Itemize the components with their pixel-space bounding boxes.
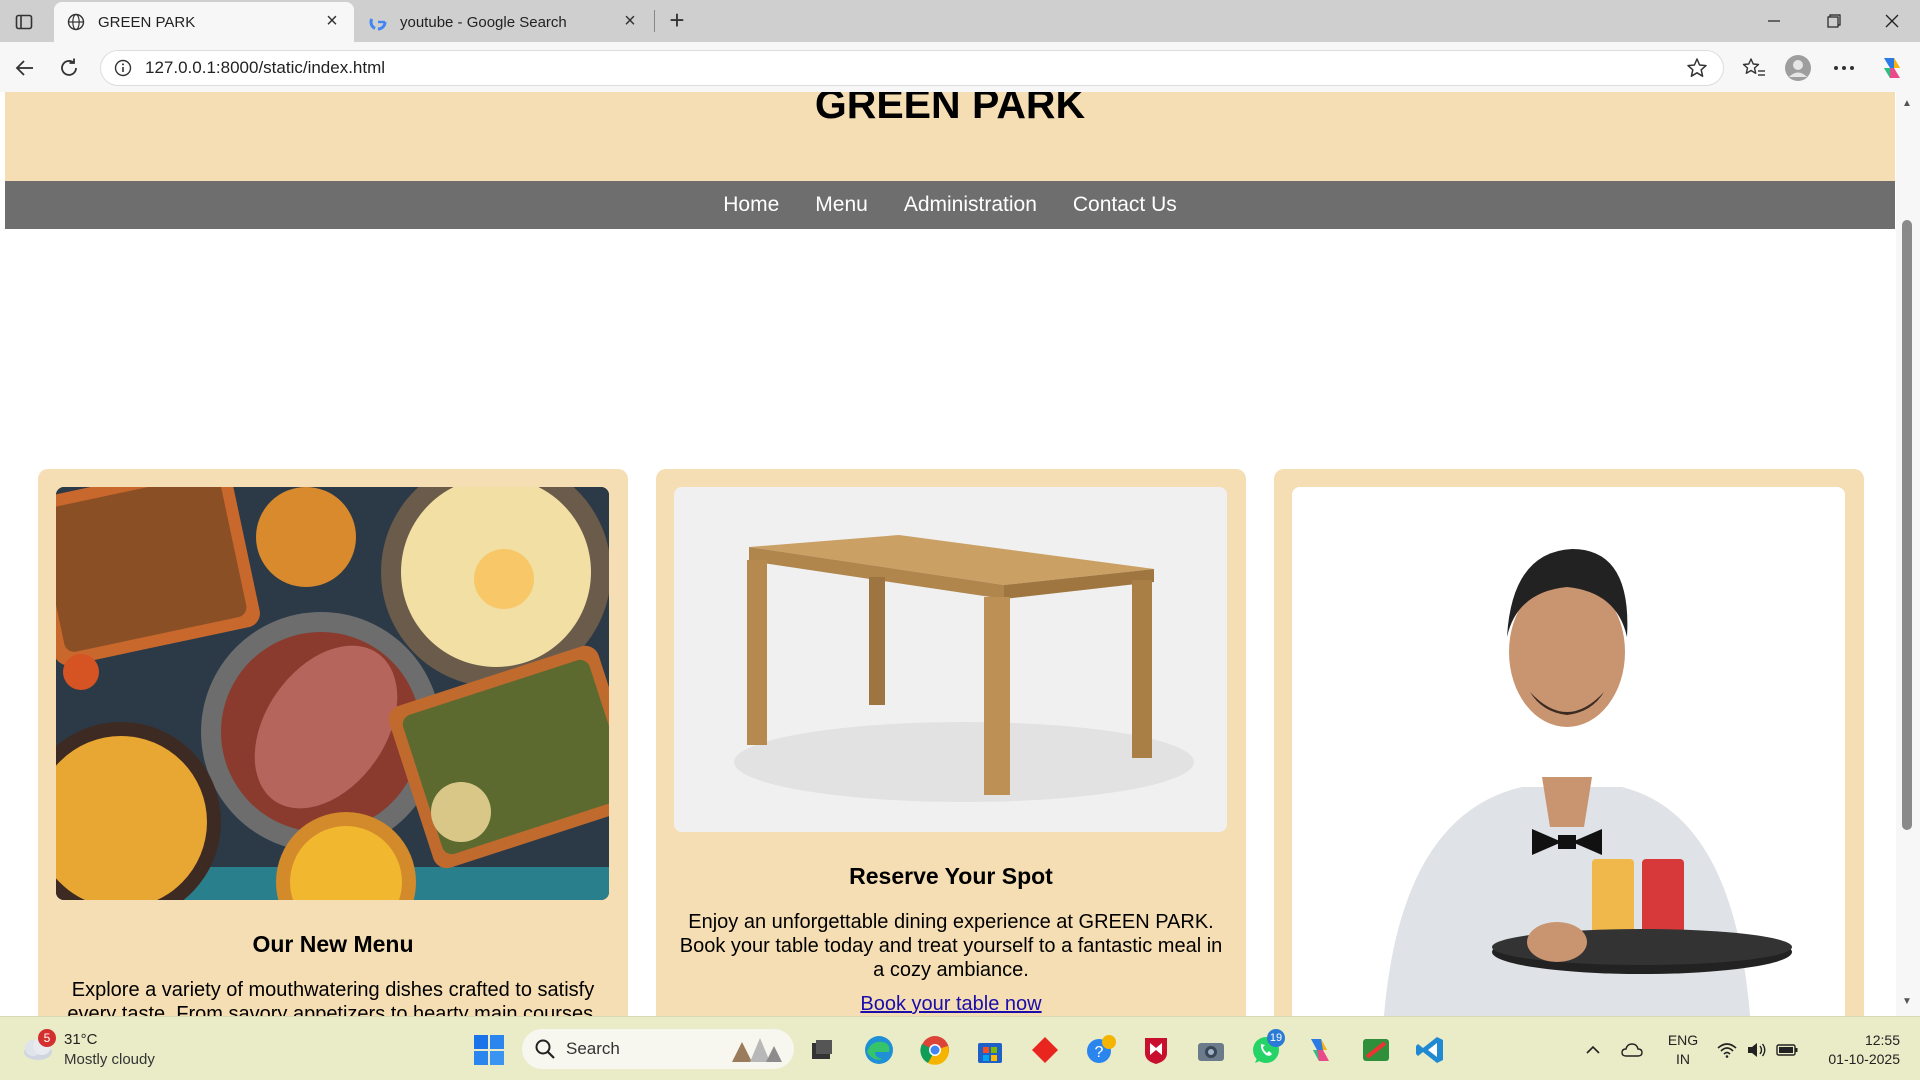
scrollbar-thumb[interactable] [1902,220,1912,830]
scroll-up-icon[interactable]: ▲ [1902,98,1912,109]
close-tab-icon[interactable]: × [322,11,342,32]
address-bar[interactable]: 127.0.0.1:8000/static/index.html [100,50,1724,86]
region-code: IN [1676,1051,1690,1067]
tab-title: youtube - Google Search [400,13,567,31]
help-app-icon[interactable]: ? [1083,1032,1119,1068]
weather-temperature[interactable]: 31°C [64,1031,98,1048]
tab-youtube-search[interactable]: youtube - Google Search × [356,2,652,42]
globe-icon [66,12,86,32]
food-spread-image [56,487,609,900]
reload-icon[interactable] [54,53,84,83]
task-view-icon[interactable] [804,1032,840,1068]
minimize-icon[interactable] [1744,0,1804,42]
tab-divider [654,10,655,32]
site-nav: Home Menu Administration Contact Us [5,181,1895,229]
weather-condition[interactable]: Mostly cloudy [64,1051,155,1068]
language-code: ENG [1667,1032,1699,1048]
clock-date: 01-10-2025 [1828,1051,1900,1067]
copilot-app-icon[interactable] [1302,1032,1338,1068]
wifi-icon[interactable] [1716,1039,1738,1061]
show-hidden-icons-icon[interactable] [1582,1039,1604,1061]
svg-text:?: ? [1095,1044,1104,1061]
search-placeholder: Search [566,1039,620,1058]
nav-menu-link[interactable]: Menu [815,193,868,217]
favorite-star-icon[interactable] [1683,54,1711,82]
whatsapp-unread-badge: 19 [1267,1029,1285,1047]
more-options-icon[interactable] [1828,52,1860,84]
reserve-card-text: Enjoy an unforgettable dining experience… [679,911,1223,981]
vscode-icon[interactable] [1412,1032,1448,1068]
reserve-card: Reserve Your Spot Enjoy an unforgettable… [656,469,1246,1016]
tab-actions-icon[interactable] [10,8,38,36]
camera-icon[interactable] [1193,1032,1229,1068]
copilot-icon[interactable] [1876,52,1908,84]
game-app-icon[interactable] [1358,1032,1394,1068]
battery-icon[interactable] [1776,1039,1798,1061]
nav-contact-us-link[interactable]: Contact Us [1073,193,1177,217]
language-indicator[interactable]: ENG IN [1665,1031,1701,1069]
red-diamond-app-icon[interactable] [1027,1032,1063,1068]
windows-start-icon[interactable] [472,1033,506,1067]
taskbar-search-box[interactable]: Search [522,1029,794,1069]
search-highlight-icon [728,1034,786,1064]
mcafee-icon[interactable] [1138,1032,1174,1068]
chrome-icon[interactable] [917,1032,953,1068]
nav-home-link[interactable]: Home [723,193,779,217]
volume-icon[interactable] [1746,1039,1768,1061]
nav-administration-link[interactable]: Administration [904,193,1037,217]
system-clock[interactable]: 12:55 01-10-2025 [1810,1031,1900,1069]
tab-green-park[interactable]: GREEN PARK × [54,2,354,42]
windows-taskbar: 5 31°C Mostly cloudy Search ? 19 ENG IN … [0,1016,1920,1080]
browser-toolbar: 127.0.0.1:8000/static/index.html [0,42,1920,92]
book-table-link[interactable]: Book your table now [656,993,1246,1016]
restore-icon[interactable] [1804,0,1864,42]
clock-time: 12:55 [1864,1032,1900,1048]
page-viewport: GREEN PARK Home Menu Administration Cont… [0,92,1920,1016]
vertical-scrollbar[interactable]: ▲ ▼ [1896,92,1920,1016]
weather-alert-badge: 5 [38,1029,56,1047]
close-tab-icon[interactable]: × [620,11,640,32]
back-arrow-icon[interactable] [10,53,40,83]
scroll-down-icon[interactable]: ▼ [1902,996,1912,1007]
tab-title: GREEN PARK [98,13,196,31]
menu-card: Our New Menu Explore a variety of mouthw… [38,469,628,1016]
waiter-image [1292,487,1845,1016]
menu-card-heading: Our New Menu [252,931,414,957]
reserve-card-heading: Reserve Your Spot [849,863,1053,889]
favorites-icon[interactable] [1738,52,1770,84]
close-window-icon[interactable] [1862,0,1920,42]
staff-card [1274,469,1864,1016]
edge-browser-icon[interactable] [861,1032,897,1068]
url-text[interactable]: 127.0.0.1:8000/static/index.html [145,58,1683,78]
microsoft-store-icon[interactable] [972,1032,1008,1068]
profile-avatar-icon[interactable] [1782,52,1814,84]
search-icon [534,1038,556,1060]
onedrive-cloud-icon[interactable] [1621,1039,1643,1061]
new-tab-button[interactable]: + [662,6,692,36]
browser-tab-bar: GREEN PARK × youtube - Google Search × + [0,0,1920,42]
google-icon [368,12,388,32]
wooden-table-image [674,487,1227,832]
site-info-icon[interactable] [113,58,133,78]
site-title: GREEN PARK [814,92,1086,127]
site-header: GREEN PARK [5,92,1895,181]
menu-card-text: Explore a variety of mouthwatering dishe… [67,979,599,1016]
